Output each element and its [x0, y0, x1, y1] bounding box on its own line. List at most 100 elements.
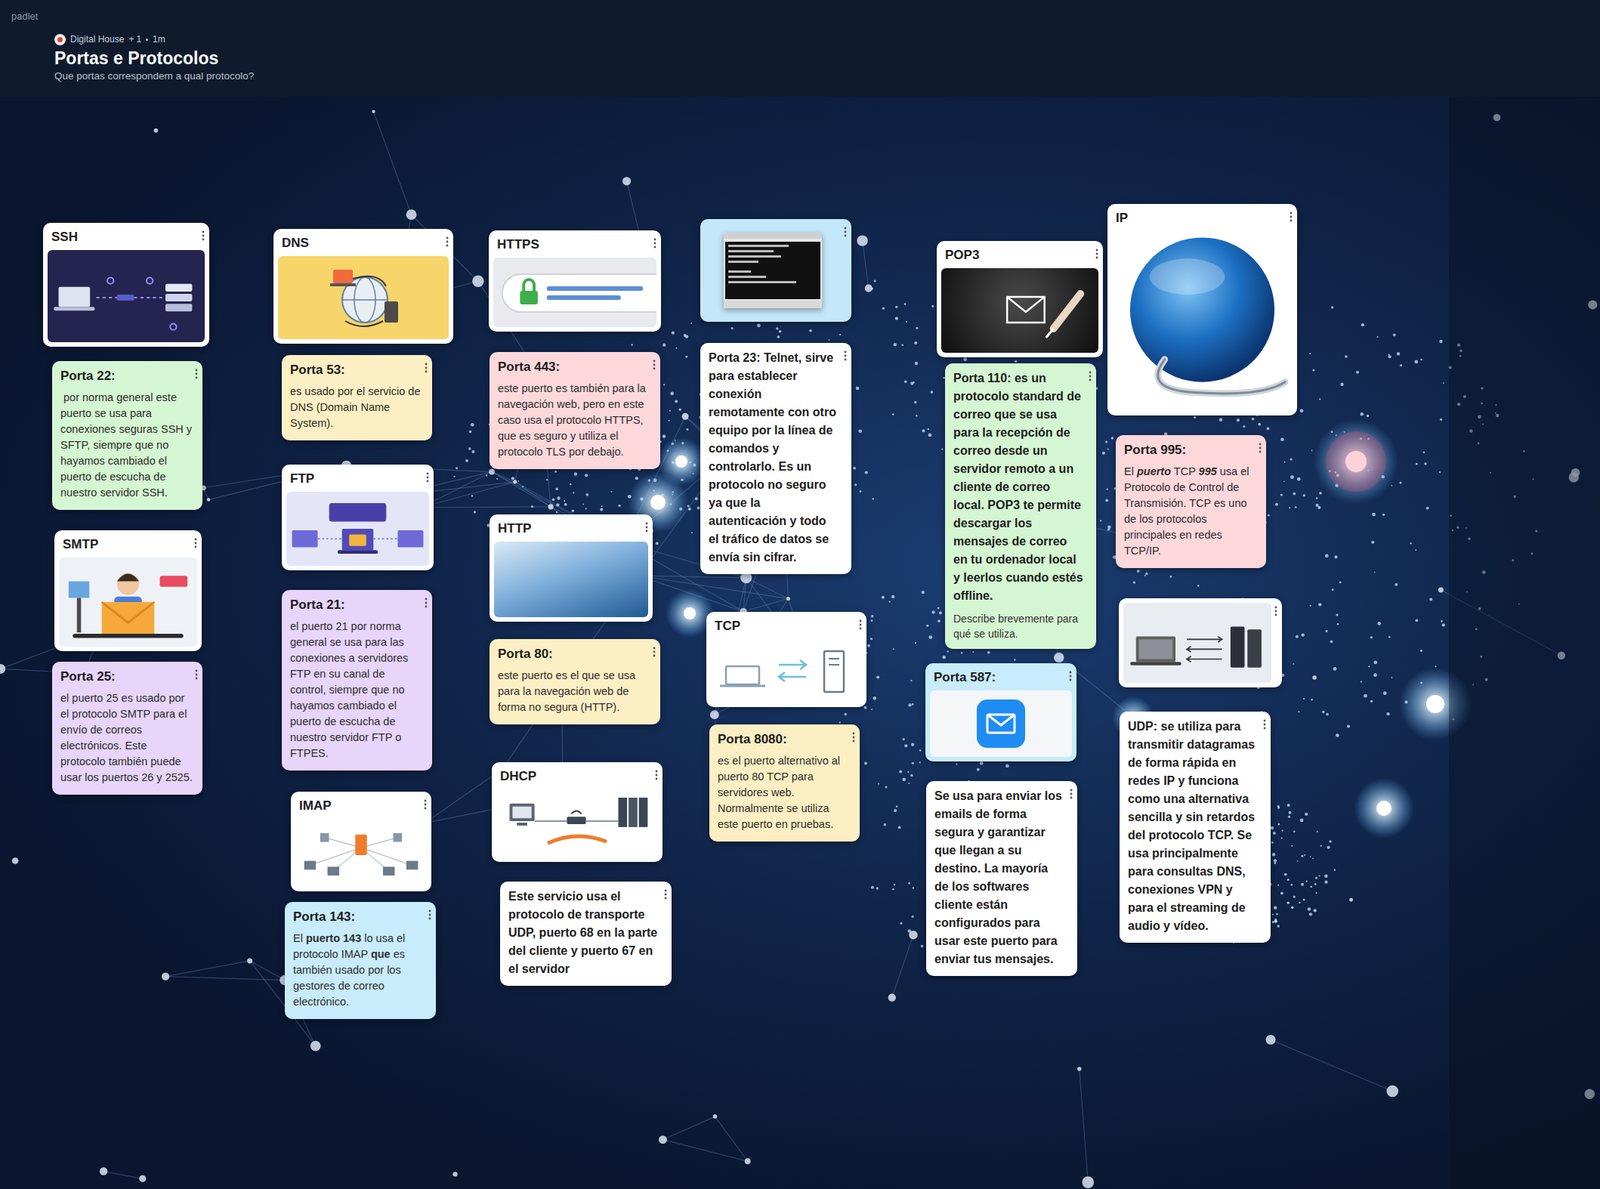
more-icon[interactable] — [653, 237, 657, 249]
card-body: El puerto 143 lo usa el protocolo IMAP q… — [293, 930, 428, 1011]
more-icon[interactable] — [426, 472, 430, 483]
board-title: Portas e Protocolos — [54, 46, 254, 70]
more-icon[interactable] — [664, 889, 668, 900]
card-title: Porta 21: — [290, 596, 424, 614]
more-icon[interactable] — [858, 619, 862, 631]
bold-text-card[interactable]: Se usa para enviar los emails de forma s… — [926, 781, 1078, 977]
more-icon[interactable] — [1274, 605, 1278, 617]
picture-card[interactable] — [700, 219, 852, 322]
more-icon[interactable] — [424, 362, 428, 374]
card-title: Porta 22: — [60, 367, 195, 385]
separator-dot — [145, 38, 149, 41]
text-card[interactable]: Porta 143:El puerto 143 lo usa el protoc… — [284, 901, 436, 1020]
smtp-envelope-icon — [58, 557, 198, 647]
bold-text-card[interactable]: Porta 110: es un protocolo standard de c… — [945, 363, 1097, 649]
text-card[interactable]: Porta 80:este puerto es el que se usa pa… — [489, 639, 661, 725]
card-title: Porta 53: — [290, 361, 424, 379]
author[interactable]: Digital House — [70, 33, 124, 46]
card-body: el puerto 21 por norma general se usa pa… — [290, 618, 424, 762]
image-card[interactable]: HTTP — [489, 514, 653, 622]
card-column: SSH Porta 22: por norma general este puer… — [43, 222, 210, 795]
more-icon[interactable] — [652, 359, 656, 371]
more-icon[interactable] — [194, 537, 198, 549]
padlet-logo[interactable]: padlet — [11, 9, 38, 25]
image-card[interactable]: POP3 — [936, 240, 1103, 358]
more-icon[interactable] — [1263, 719, 1267, 730]
more-icon[interactable] — [428, 909, 432, 921]
text-card[interactable]: Porta 53: es usado por el servicio de DNS… — [281, 355, 433, 441]
more-icon[interactable] — [424, 597, 428, 609]
picture-card[interactable] — [1118, 598, 1282, 688]
card-body: este puerto es también para la navegació… — [497, 380, 652, 461]
more-icon[interactable] — [843, 350, 847, 362]
card-title: Porta 995: — [1124, 441, 1258, 459]
text-card[interactable]: Porta 22: por norma general este puerto … — [52, 361, 203, 510]
text-card[interactable]: Porta 8080:es el puerto alternativo al p… — [709, 724, 860, 842]
dns-globe-icon — [277, 256, 449, 340]
image-card[interactable]: IP — [1107, 203, 1298, 416]
image-card[interactable]: Porta 587: — [925, 663, 1077, 762]
card-body: Porta 23: Telnet, sirve para establecer … — [708, 349, 840, 567]
more-icon[interactable] — [194, 669, 198, 680]
more-icon[interactable] — [652, 646, 656, 658]
more-icon[interactable] — [1258, 442, 1262, 454]
image-card[interactable]: IMAP — [290, 791, 432, 892]
text-card[interactable]: Porta 21: el puerto 21 por norma general … — [281, 589, 433, 771]
card-body: es el puerto alternativo al puerto 80 TC… — [717, 753, 852, 833]
more-icon[interactable] — [201, 230, 205, 241]
more-icon[interactable] — [423, 799, 427, 810]
card-body: El puerto TCP 995 usa el Protocolo de Co… — [1124, 463, 1258, 560]
bold-text-card[interactable]: UDP: se utiliza para transmitir datagram… — [1119, 711, 1271, 943]
image-card[interactable]: SSH — [43, 222, 210, 347]
card-column: HTTPS Porta 443:este puerto es también pa… — [488, 230, 672, 986]
more-icon[interactable] — [1069, 788, 1073, 800]
card-column: IP Porta 995: El puerto TCP 995 usa el Pro… — [1107, 203, 1298, 943]
card-body: Porta 110: es un protocolo standard de c… — [953, 369, 1085, 606]
more-icon[interactable] — [843, 226, 847, 238]
card-title: DHCP — [491, 762, 663, 790]
more-icon[interactable] — [1289, 211, 1293, 223]
image-card[interactable]: TCP — [706, 611, 867, 708]
card-column: DNS Porta 53: es usado por el servicio de … — [273, 228, 454, 1020]
more-icon[interactable] — [1095, 248, 1099, 260]
card-body: UDP: se utiliza para transmitir datagram… — [1127, 717, 1259, 936]
more-icon[interactable] — [1068, 670, 1072, 682]
dhcp-network-icon — [496, 789, 658, 858]
card-column: Porta 23: Telnet, sirve para establecer … — [700, 219, 867, 842]
more-icon[interactable] — [852, 732, 856, 743]
image-card[interactable]: SMTP — [54, 530, 202, 652]
more-icon[interactable] — [645, 522, 649, 533]
mail-app-icon — [976, 699, 1026, 748]
avatar-icon[interactable] — [54, 33, 66, 46]
image-card[interactable]: FTP — [281, 464, 434, 571]
more-icon[interactable] — [654, 769, 658, 781]
more-icon[interactable] — [194, 368, 198, 380]
card-column: POP3 Porta 110: es un protocolo standard … — [925, 240, 1103, 977]
padlet-board: padlet Digital House+11mPortas e Protocol… — [0, 0, 1600, 1189]
card-title: IP — [1107, 203, 1298, 232]
bold-text-card[interactable]: Porta 23: Telnet, sirve para establecer … — [700, 342, 852, 575]
text-card[interactable]: Porta 25:el puerto 25 es usado por el pr… — [52, 661, 203, 795]
image-card[interactable]: DNS — [273, 228, 454, 344]
image-card[interactable]: HTTPS — [488, 230, 662, 332]
board-meta: Digital House+11m — [54, 33, 254, 46]
card-body: es usado por el servicio de DNS (Domain … — [290, 383, 424, 432]
more-icon[interactable] — [445, 236, 449, 248]
http-address-picture — [494, 541, 649, 618]
card-body: Se usa para enviar los emails de forma s… — [934, 787, 1066, 969]
card-title: DNS — [273, 228, 454, 257]
header: padlet Digital House+11mPortas e Protocol… — [0, 0, 1600, 97]
udp-client-server-icon — [1123, 602, 1272, 683]
card-title: TCP — [706, 611, 867, 640]
https-lock-icon — [493, 257, 657, 328]
tcp-transfer-icon — [710, 639, 862, 703]
card-body: el puerto 25 es usado por el protocolo S… — [60, 690, 195, 786]
bold-text-card[interactable]: Este servicio usa el protocolo de transp… — [500, 881, 672, 986]
mail-picture — [929, 690, 1072, 757]
more-icon[interactable] — [1088, 370, 1092, 382]
text-card[interactable]: Porta 443:este puerto es también para la… — [489, 352, 661, 470]
image-card[interactable]: DHCP — [491, 762, 663, 862]
text-card[interactable]: Porta 995: El puerto TCP 995 usa el Proto… — [1115, 435, 1267, 569]
card-note: Describe brevemente para qué se utiliza. — [953, 611, 1085, 642]
card-title: POP3 — [936, 240, 1103, 269]
